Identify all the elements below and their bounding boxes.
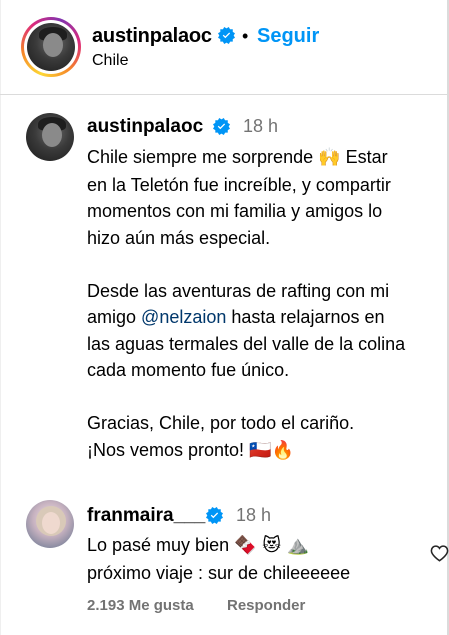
chile-flag-emoji-icon: 🇨🇱 [249, 439, 272, 461]
reply-button[interactable]: Responder [227, 597, 305, 614]
caption-line: Chile siempre me sorprende 🙌 Estar [87, 144, 449, 172]
caption-line: las aguas termales del valle de la colin… [87, 333, 406, 354]
mention-link[interactable]: @nelzaion [141, 307, 226, 327]
post-header: austinpalaoc • Seguir Chile [0, 0, 447, 95]
caption-avatar[interactable] [26, 113, 74, 161]
caption-timestamp[interactable]: 18 h [243, 116, 278, 137]
comment-line: próximo viaje : sur de chileeeeee [87, 562, 351, 583]
caption-line-text: ¡Nos vemos pronto! [87, 439, 245, 460]
avatar-face [42, 123, 62, 147]
comment-text: Lo pasé muy bien 🍫 😻 ⛰️ próximo viaje : … [87, 532, 417, 586]
caption-line: ¡Nos vemos pronto! 🇨🇱🔥 [87, 437, 449, 465]
fire-emoji-icon: 🔥 [271, 439, 294, 461]
avatar[interactable] [27, 23, 75, 71]
comment-emojis-icon: 🍫 😻 ⛰️ [234, 535, 310, 556]
caption-line-text: hasta relajarnos en [231, 307, 385, 327]
location-link[interactable]: Chile [92, 52, 128, 70]
left-edge [0, 0, 1, 635]
likes-count[interactable]: 2.193 Me gusta [87, 597, 194, 614]
separator-dot: • [242, 26, 249, 46]
header-username[interactable]: austinpalaoc [92, 25, 212, 48]
story-ring[interactable] [21, 17, 81, 77]
comment-username[interactable]: franmaira___ [87, 505, 205, 527]
caption-line-text: Chile siempre me sorprende [87, 147, 314, 167]
verified-icon [206, 507, 223, 527]
caption-line-text: amigo [87, 307, 137, 327]
comment-timestamp[interactable]: 18 h [236, 505, 271, 526]
caption-line-text: Estar [345, 147, 388, 167]
avatar-face [42, 512, 60, 534]
caption-text: Chile siempre me sorprende 🙌 Estar en la… [87, 144, 449, 464]
verified-icon [218, 27, 235, 47]
caption-line: hizo aún más especial. [87, 227, 271, 248]
caption-line: Gracias, Chile, por todo el cariño. [87, 413, 355, 433]
comment-line-text: Lo pasé muy bien [87, 535, 230, 555]
caption-line: cada momento fue único. [87, 360, 290, 380]
caption-username[interactable]: austinpalaoc [87, 116, 203, 138]
verified-icon [213, 118, 230, 138]
avatar-wrapper [24, 20, 78, 74]
caption-line: momentos con mi familia y amigos lo [87, 201, 383, 221]
heart-outline-icon[interactable] [430, 545, 449, 562]
comment-avatar[interactable] [26, 500, 74, 548]
avatar-face [43, 33, 63, 57]
follow-button[interactable]: Seguir [257, 25, 319, 48]
caption-line: Desde las aventuras de rafting con mi [87, 280, 390, 301]
comment-line: Lo pasé muy bien 🍫 😻 ⛰️ [87, 532, 417, 560]
caption-line: amigo @nelzaion hasta relajarnos en [87, 304, 449, 331]
raising-hands-emoji-icon: 🙌 [318, 147, 341, 168]
caption-line: en la Teletón fue increíble, y compartir [87, 174, 391, 195]
